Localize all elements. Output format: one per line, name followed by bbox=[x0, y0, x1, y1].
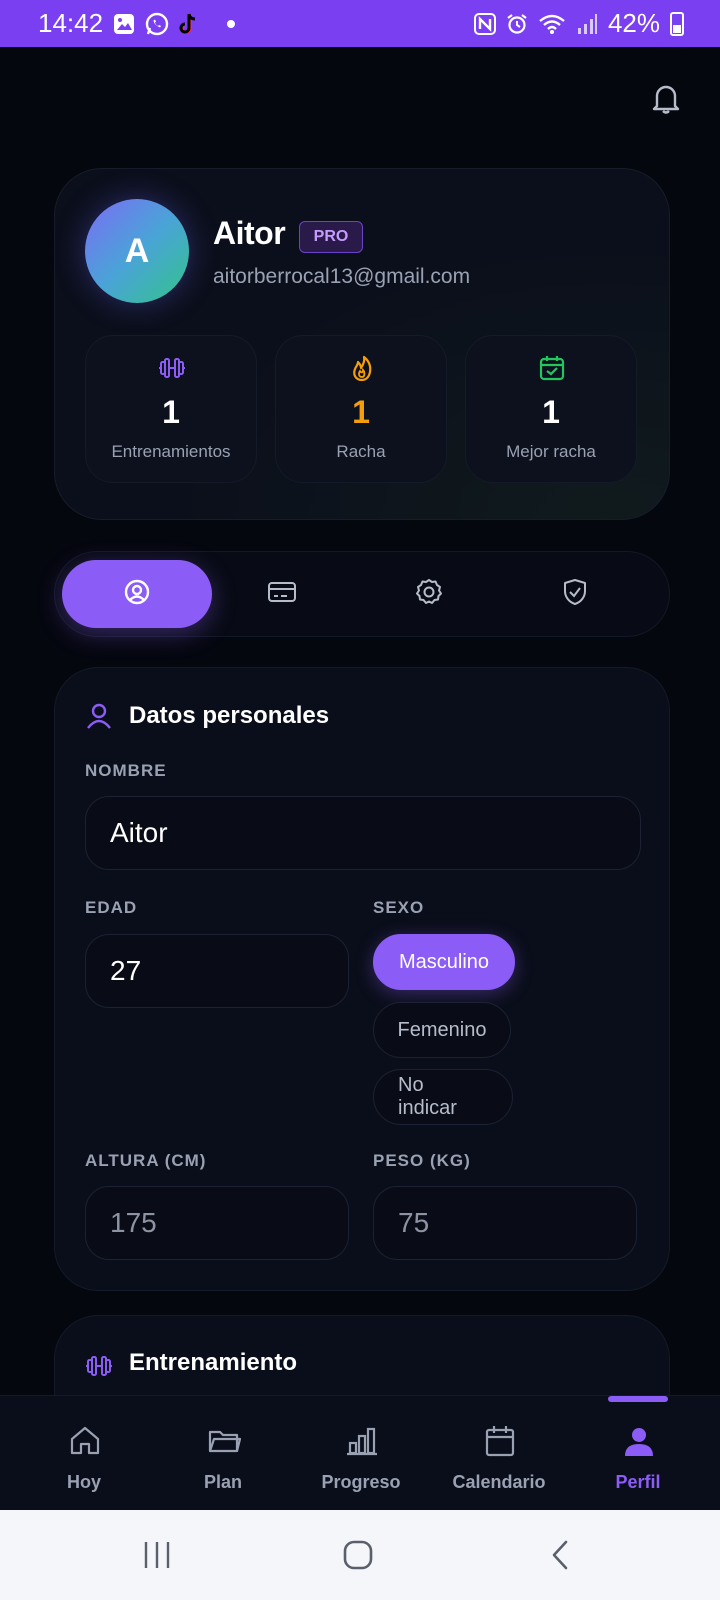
name-input[interactable]: Aitor bbox=[85, 796, 641, 870]
stat-label: Entrenamientos bbox=[111, 442, 231, 461]
age-input[interactable]: 27 bbox=[85, 934, 349, 1008]
recent-apps-icon[interactable] bbox=[132, 1530, 182, 1580]
profile-name: Aitor bbox=[213, 215, 286, 251]
pro-badge: PRO bbox=[299, 221, 363, 253]
stat-value: 1 bbox=[352, 394, 370, 430]
profile-tabs bbox=[54, 551, 670, 637]
status-bar-left: 14:42 bbox=[38, 8, 236, 39]
stat-workouts: 1 Entrenamientos bbox=[85, 335, 257, 483]
sex-option-none[interactable]: No indicar bbox=[373, 1069, 513, 1125]
stat-label: Mejor racha bbox=[506, 442, 596, 461]
sex-option-female[interactable]: Femenino bbox=[373, 1002, 511, 1058]
bottom-nav: Hoy Plan Progreso Calendario Perfil bbox=[0, 1395, 720, 1510]
tab-privacy[interactable] bbox=[500, 560, 650, 628]
nfc-icon bbox=[473, 12, 496, 35]
calendar-check-icon bbox=[538, 354, 566, 382]
nav-label: Perfil bbox=[615, 1472, 661, 1492]
tiktok-icon bbox=[179, 12, 201, 36]
status-bar: 14:42 42% bbox=[0, 0, 720, 47]
nav-item-calendario[interactable]: Calendario bbox=[427, 1396, 571, 1511]
nav-item-plan[interactable]: Plan bbox=[151, 1396, 295, 1511]
stat-value: 1 bbox=[162, 394, 180, 430]
nav-item-progreso[interactable]: Progreso bbox=[289, 1396, 433, 1511]
battery-icon bbox=[670, 11, 684, 36]
tab-profile[interactable] bbox=[62, 560, 212, 628]
personal-data-card: Datos personales NOMBRE Aitor EDAD 27 SE… bbox=[54, 667, 670, 1291]
folder-icon bbox=[207, 1424, 242, 1458]
home-button-icon[interactable] bbox=[333, 1530, 383, 1580]
bar-chart-icon bbox=[345, 1424, 379, 1458]
name-label: NOMBRE bbox=[85, 761, 167, 780]
bell-icon[interactable] bbox=[648, 80, 684, 116]
age-label: EDAD bbox=[85, 898, 138, 917]
system-nav-bar bbox=[0, 1510, 720, 1600]
signal-icon bbox=[576, 13, 598, 35]
sex-label: SEXO bbox=[373, 898, 425, 917]
whatsapp-icon bbox=[145, 12, 169, 36]
section-title: Entrenamiento bbox=[129, 1349, 298, 1376]
avatar[interactable]: A bbox=[85, 199, 189, 303]
profile-email: aitorberrocal13@gmail.com bbox=[213, 265, 471, 288]
tab-subscription[interactable] bbox=[207, 560, 357, 628]
nav-item-perfil[interactable]: Perfil bbox=[566, 1396, 710, 1511]
home-icon bbox=[68, 1424, 102, 1458]
nav-label: Calendario bbox=[452, 1472, 546, 1492]
nav-label: Plan bbox=[203, 1472, 242, 1492]
dumbbell-icon bbox=[85, 1352, 113, 1385]
nav-item-hoy[interactable]: Hoy bbox=[12, 1396, 156, 1511]
dumbbell-icon bbox=[158, 354, 186, 382]
height-label: ALTURA (CM) bbox=[85, 1151, 207, 1170]
user-circle-icon bbox=[123, 578, 151, 611]
weight-input[interactable]: 75 bbox=[373, 1186, 637, 1260]
nav-label: Hoy bbox=[66, 1472, 101, 1492]
shield-check-icon bbox=[561, 577, 589, 612]
back-icon[interactable] bbox=[535, 1530, 585, 1580]
gallery-icon bbox=[113, 13, 135, 35]
status-time: 14:42 bbox=[38, 8, 104, 38]
tab-settings[interactable] bbox=[354, 560, 504, 628]
battery-percentage: 42% bbox=[607, 8, 660, 38]
credit-card-icon bbox=[267, 579, 297, 610]
profile-card: A Aitor PRO aitorberrocal13@gmail.com 1 … bbox=[54, 168, 670, 520]
nav-label: Progreso bbox=[321, 1472, 401, 1492]
height-input[interactable]: 175 bbox=[85, 1186, 349, 1260]
user-icon bbox=[85, 702, 113, 735]
stat-best-streak: 1 Mejor racha bbox=[465, 335, 637, 483]
section-title: Datos personales bbox=[129, 702, 330, 729]
settings-icon bbox=[414, 577, 444, 612]
flame-icon bbox=[348, 354, 376, 382]
stat-streak: 1 Racha bbox=[275, 335, 447, 483]
sex-option-male[interactable]: Masculino bbox=[373, 934, 515, 990]
status-bar-right: 42% bbox=[473, 8, 684, 39]
wifi-icon bbox=[538, 13, 566, 35]
weight-label: PESO (KG) bbox=[373, 1151, 471, 1170]
stat-label: Racha bbox=[336, 442, 386, 461]
user-icon bbox=[622, 1424, 656, 1458]
notification-dot bbox=[227, 19, 236, 28]
stat-value: 1 bbox=[542, 394, 560, 430]
calendar-icon bbox=[483, 1424, 517, 1458]
alarm-icon bbox=[506, 13, 528, 35]
